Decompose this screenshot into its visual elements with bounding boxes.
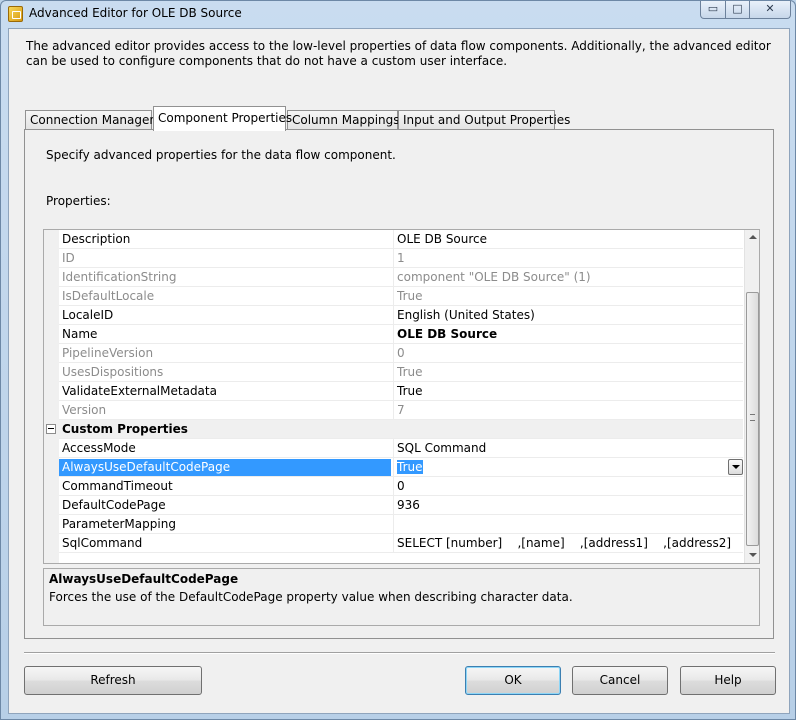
property-name: AlwaysUseDefaultCodePage [59, 459, 391, 476]
property-name: LocaleID [62, 308, 114, 322]
column-divider [393, 439, 394, 458]
ssis-component-icon [8, 6, 23, 22]
property-row-access-mode[interactable]: AccessMode SQL Command [59, 439, 743, 458]
maximize-button[interactable]: □ [725, 1, 750, 19]
title-bar[interactable]: Advanced Editor for OLE DB Source ▭ □ ✕ [1, 1, 795, 27]
button-separator [24, 652, 775, 654]
property-value: 7 [397, 403, 405, 417]
property-row-description[interactable]: Description OLE DB Source [59, 230, 743, 249]
property-name: IdentificationString [62, 270, 177, 284]
property-grid[interactable]: Description OLE DB Source ID 1 Identific… [43, 229, 760, 564]
dropdown-arrow-icon[interactable] [728, 459, 743, 475]
column-divider [393, 382, 394, 401]
property-row-identification-string[interactable]: IdentificationString component "OLE DB S… [59, 268, 743, 287]
tab-input-output-properties[interactable]: Input and Output Properties [398, 110, 570, 130]
scroll-thumb[interactable] [746, 292, 759, 546]
property-value[interactable]: 936 [397, 498, 743, 512]
column-divider [393, 287, 394, 306]
column-divider [393, 477, 394, 496]
property-value: True [397, 289, 423, 303]
selected-value-text: True [397, 460, 423, 474]
advanced-editor-window: Advanced Editor for OLE DB Source ▭ □ ✕ … [0, 0, 796, 720]
property-name: Description [62, 232, 131, 246]
property-row-version[interactable]: Version 7 [59, 401, 743, 420]
property-name: ParameterMapping [62, 517, 176, 531]
tab-component-properties[interactable]: Component Properties [153, 106, 292, 131]
property-row-default-code-page[interactable]: DefaultCodePage 936 [59, 496, 743, 515]
help-text: Forces the use of the DefaultCodePage pr… [49, 590, 573, 604]
property-name: ValidateExternalMetadata [62, 384, 217, 398]
collapse-minus-icon[interactable] [46, 424, 56, 434]
help-button[interactable]: Help [680, 666, 776, 695]
column-divider [393, 401, 394, 420]
component-properties-panel: Specify advanced properties for the data… [24, 129, 774, 639]
property-row-is-default-locale[interactable]: IsDefaultLocale True [59, 287, 743, 306]
dialog-client-area: The advanced editor provides access to t… [8, 28, 790, 714]
property-value: True [397, 365, 423, 379]
property-row-command-timeout[interactable]: CommandTimeout 0 [59, 477, 743, 496]
property-value[interactable]: OLE DB Source [397, 327, 743, 341]
property-value[interactable]: English (United States) [397, 308, 743, 322]
ok-button[interactable]: OK [465, 666, 561, 695]
property-name: ID [62, 251, 75, 265]
help-title: AlwaysUseDefaultCodePage [49, 572, 239, 586]
tab-column-mappings[interactable]: Column Mappings [287, 110, 400, 130]
property-value[interactable]: True [397, 384, 743, 398]
property-row-locale-id[interactable]: LocaleID English (United States) [59, 306, 743, 325]
tab-connection-managers[interactable]: Connection Managers [25, 110, 161, 130]
property-row-sql-command[interactable]: SqlCommand SELECT [number] ,[name] ,[add… [59, 534, 743, 553]
property-row-id[interactable]: ID 1 [59, 249, 743, 268]
property-name: SqlCommand [62, 536, 143, 550]
minimize-button[interactable]: ▭ [700, 1, 726, 19]
property-value: 0 [397, 346, 405, 360]
column-divider [393, 458, 394, 477]
column-divider [393, 230, 394, 249]
column-divider [393, 306, 394, 325]
property-grid-margin [44, 230, 59, 563]
column-divider [393, 249, 394, 268]
property-value[interactable]: SQL Command [397, 441, 743, 455]
property-value[interactable]: SELECT [number] ,[name] ,[address1] ,[ad… [397, 536, 743, 550]
property-name: IsDefaultLocale [62, 289, 155, 303]
property-help-box: AlwaysUseDefaultCodePage Forces the use … [43, 568, 760, 626]
property-value: 1 [397, 251, 405, 265]
column-divider [393, 534, 394, 553]
property-name: UsesDispositions [62, 365, 164, 379]
property-name: Version [62, 403, 107, 417]
column-divider [393, 363, 394, 382]
property-row-name[interactable]: Name OLE DB Source [59, 325, 743, 344]
property-grid-scrollbar[interactable] [744, 230, 759, 563]
column-divider [393, 325, 394, 344]
property-name: AccessMode [62, 441, 136, 455]
property-row-always-use-default-code-page[interactable]: AlwaysUseDefaultCodePage True [59, 458, 743, 477]
property-row-pipeline-version[interactable]: PipelineVersion 0 [59, 344, 743, 363]
property-row-parameter-mapping[interactable]: ParameterMapping [59, 515, 743, 534]
property-row-validate-external-metadata[interactable]: ValidateExternalMetadata True [59, 382, 743, 401]
column-divider [393, 515, 394, 534]
category-label: Custom Properties [62, 422, 188, 436]
scroll-down-arrow-icon[interactable] [745, 548, 759, 563]
column-divider [393, 344, 394, 363]
properties-label: Properties: [46, 194, 111, 208]
window-title: Advanced Editor for OLE DB Source [29, 6, 242, 20]
column-divider [393, 496, 394, 515]
property-name: PipelineVersion [62, 346, 154, 360]
property-name: Name [62, 327, 98, 341]
category-custom-properties[interactable]: Custom Properties [46, 420, 743, 439]
cancel-button[interactable]: Cancel [572, 666, 668, 695]
intro-text: The advanced editor provides access to t… [26, 39, 771, 68]
property-name: CommandTimeout [62, 479, 173, 493]
property-value[interactable]: 0 [397, 479, 743, 493]
close-button[interactable]: ✕ [749, 1, 791, 19]
scroll-up-arrow-icon[interactable] [745, 230, 759, 245]
property-value[interactable]: OLE DB Source [397, 232, 743, 246]
column-divider [393, 268, 394, 287]
property-value-editor[interactable]: True [397, 460, 743, 474]
panel-description: Specify advanced properties for the data… [46, 148, 396, 162]
refresh-button[interactable]: Refresh [24, 666, 202, 695]
property-name: DefaultCodePage [62, 498, 166, 512]
property-value: component "OLE DB Source" (1) [397, 270, 591, 284]
property-row-uses-dispositions[interactable]: UsesDispositions True [59, 363, 743, 382]
